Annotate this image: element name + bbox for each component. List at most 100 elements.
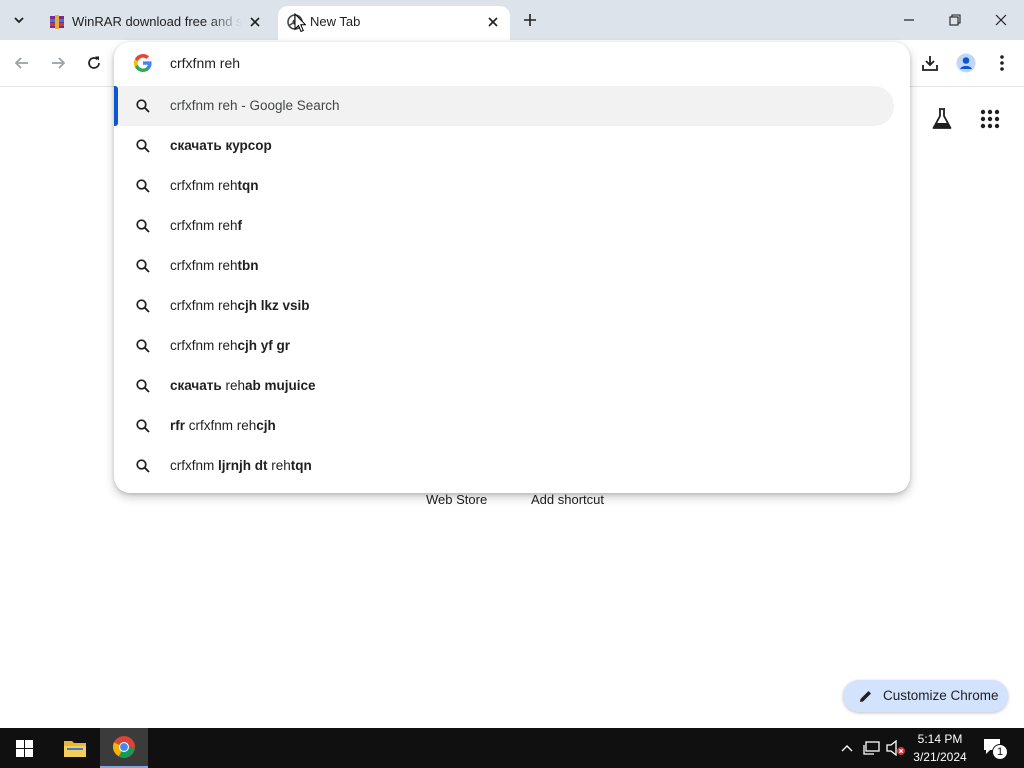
plus-icon bbox=[524, 14, 536, 26]
suggestion-text-part: ab mujuice bbox=[244, 378, 316, 393]
suggestion-text-part: reh bbox=[225, 378, 245, 393]
back-button[interactable] bbox=[11, 52, 33, 74]
clock[interactable]: 5:14 PM 3/21/2024 bbox=[905, 730, 975, 766]
search-icon bbox=[136, 379, 150, 393]
suggestion-item[interactable]: crfxfnm ljrnjh dt rehtqn bbox=[114, 446, 894, 486]
suggestion-text-part: reh bbox=[271, 458, 291, 473]
windows-logo-icon bbox=[15, 739, 33, 757]
file-explorer-button[interactable] bbox=[52, 728, 98, 768]
search-icon bbox=[136, 339, 150, 353]
volume-button[interactable] bbox=[885, 728, 907, 768]
suggestion-text: crfxfnm rehf bbox=[170, 218, 242, 233]
omnibox-dropdown: crfxfnm reh crfxfnm reh - Google Search с… bbox=[114, 42, 910, 493]
close-icon[interactable] bbox=[248, 15, 262, 29]
shortcut-web-store[interactable]: Web Store bbox=[426, 492, 487, 507]
labs-flask-icon bbox=[932, 108, 952, 129]
search-icon bbox=[136, 459, 150, 473]
suggestion-text-part: crfxfnm reh bbox=[170, 258, 238, 273]
close-icon[interactable] bbox=[486, 15, 500, 29]
chevron-down-icon bbox=[14, 17, 24, 24]
windows-taskbar: 5:14 PM 3/21/2024 1 bbox=[0, 728, 1024, 768]
search-icon bbox=[136, 419, 150, 433]
suggestion-item[interactable]: crfxfnm reh - Google Search bbox=[114, 86, 894, 126]
volume-muted-icon bbox=[886, 740, 905, 756]
suggestion-text-part: cjh yf gr bbox=[237, 338, 291, 353]
close-window-button[interactable] bbox=[978, 0, 1024, 40]
start-button[interactable] bbox=[0, 728, 48, 768]
suggestion-text-part: crfxfnm reh bbox=[170, 298, 238, 313]
profile-icon bbox=[956, 53, 976, 73]
omnibox-input[interactable]: crfxfnm reh bbox=[170, 55, 240, 71]
tab-title: New Tab bbox=[310, 14, 361, 29]
suggestion-text-part: crfxfnm reh bbox=[170, 218, 238, 233]
suggestion-item[interactable]: crfxfnm rehtbn bbox=[114, 246, 894, 286]
suggestion-item[interactable]: скачать курсор bbox=[114, 126, 894, 166]
minimize-icon bbox=[904, 19, 914, 21]
tab-new-tab[interactable]: New Tab bbox=[278, 6, 510, 40]
pencil-icon bbox=[860, 691, 871, 702]
chrome-icon bbox=[112, 736, 135, 758]
tab-search-button[interactable] bbox=[6, 7, 32, 33]
suggestion-text: crfxfnm rehtbn bbox=[170, 258, 259, 273]
clock-time: 5:14 PM bbox=[917, 732, 963, 746]
downloads-button[interactable] bbox=[919, 52, 941, 74]
suggestion-item[interactable]: crfxfnm rehcjh lkz vsib bbox=[114, 286, 894, 326]
suggestion-text: crfxfnm rehtqn bbox=[170, 178, 259, 193]
tab-title: WinRAR download free and support: WinRAR bbox=[72, 14, 242, 29]
google-g-icon bbox=[134, 54, 152, 72]
tab-strip: WinRAR download free and support: WinRAR… bbox=[0, 0, 1024, 40]
suggestion-text-part: cjh lkz vsib bbox=[237, 298, 310, 313]
profile-button[interactable] bbox=[955, 52, 977, 74]
suggestion-text-part: ljrnjh dt bbox=[218, 458, 272, 473]
show-hidden-icons-button[interactable] bbox=[838, 728, 856, 768]
suggestion-item[interactable]: crfxfnm rehcjh yf gr bbox=[114, 326, 894, 366]
tab-winrar[interactable]: WinRAR download free and support: WinRAR bbox=[40, 6, 272, 40]
suggestion-text-part: rfr bbox=[170, 418, 189, 433]
network-button[interactable] bbox=[861, 728, 881, 768]
suggestion-text: crfxfnm rehcjh lkz vsib bbox=[170, 298, 310, 313]
search-icon bbox=[136, 219, 150, 233]
forward-button[interactable] bbox=[47, 52, 69, 74]
forward-icon bbox=[52, 57, 66, 69]
suggestion-text-part: crfxfnm reh bbox=[170, 338, 238, 353]
notification-center-button[interactable]: 1 bbox=[980, 728, 1010, 768]
chrome-taskbar-button[interactable] bbox=[100, 728, 148, 768]
restore-button[interactable] bbox=[932, 0, 978, 40]
search-icon bbox=[136, 259, 150, 273]
menu-icon bbox=[1000, 55, 1004, 71]
suggestion-text: crfxfnm ljrnjh dt rehtqn bbox=[170, 458, 312, 473]
close-icon bbox=[995, 14, 1007, 26]
notification-badge: 1 bbox=[992, 744, 1008, 760]
customize-chrome-label: Customize Chrome bbox=[883, 688, 999, 703]
suggestion-text-part: tqn bbox=[237, 178, 259, 193]
reload-button[interactable] bbox=[83, 52, 105, 74]
download-icon bbox=[922, 56, 938, 71]
search-icon bbox=[136, 179, 150, 193]
suggestion-text: скачать rehab mujuice bbox=[170, 378, 316, 393]
suggestion-text: rfr crfxfnm rehcjh bbox=[170, 418, 276, 433]
clock-date: 3/21/2024 bbox=[913, 750, 967, 764]
labs-button[interactable] bbox=[929, 106, 955, 132]
folder-icon bbox=[64, 741, 86, 757]
suggestion-item[interactable]: скачать rehab mujuice bbox=[114, 366, 894, 406]
google-apps-button[interactable] bbox=[977, 106, 1003, 132]
shortcut-add-shortcut[interactable]: Add shortcut bbox=[531, 492, 604, 507]
restore-icon bbox=[949, 14, 961, 26]
menu-button[interactable] bbox=[991, 52, 1013, 74]
suggestion-item[interactable]: rfr crfxfnm rehcjh bbox=[114, 406, 894, 446]
omnibox[interactable]: crfxfnm reh bbox=[114, 42, 910, 84]
customize-chrome-button[interactable]: Customize Chrome bbox=[843, 680, 1008, 712]
search-icon bbox=[136, 299, 150, 313]
suggestion-item[interactable]: crfxfnm rehtqn bbox=[114, 166, 894, 206]
suggestion-text-part: tbn bbox=[237, 258, 259, 273]
suggestion-item[interactable]: crfxfnm rehf bbox=[114, 206, 894, 246]
network-icon bbox=[862, 741, 880, 755]
mouse-cursor-icon bbox=[294, 13, 306, 33]
new-tab-button[interactable] bbox=[519, 9, 541, 31]
suggestion-text-part: cjh bbox=[256, 418, 276, 433]
suggestion-text: crfxfnm rehcjh yf gr bbox=[170, 338, 290, 353]
suggestion-text-part: crfxfnm bbox=[170, 458, 219, 473]
search-icon bbox=[136, 99, 150, 113]
suggestion-text-part: crfxfnm reh bbox=[188, 418, 257, 433]
minimize-button[interactable] bbox=[886, 0, 932, 40]
